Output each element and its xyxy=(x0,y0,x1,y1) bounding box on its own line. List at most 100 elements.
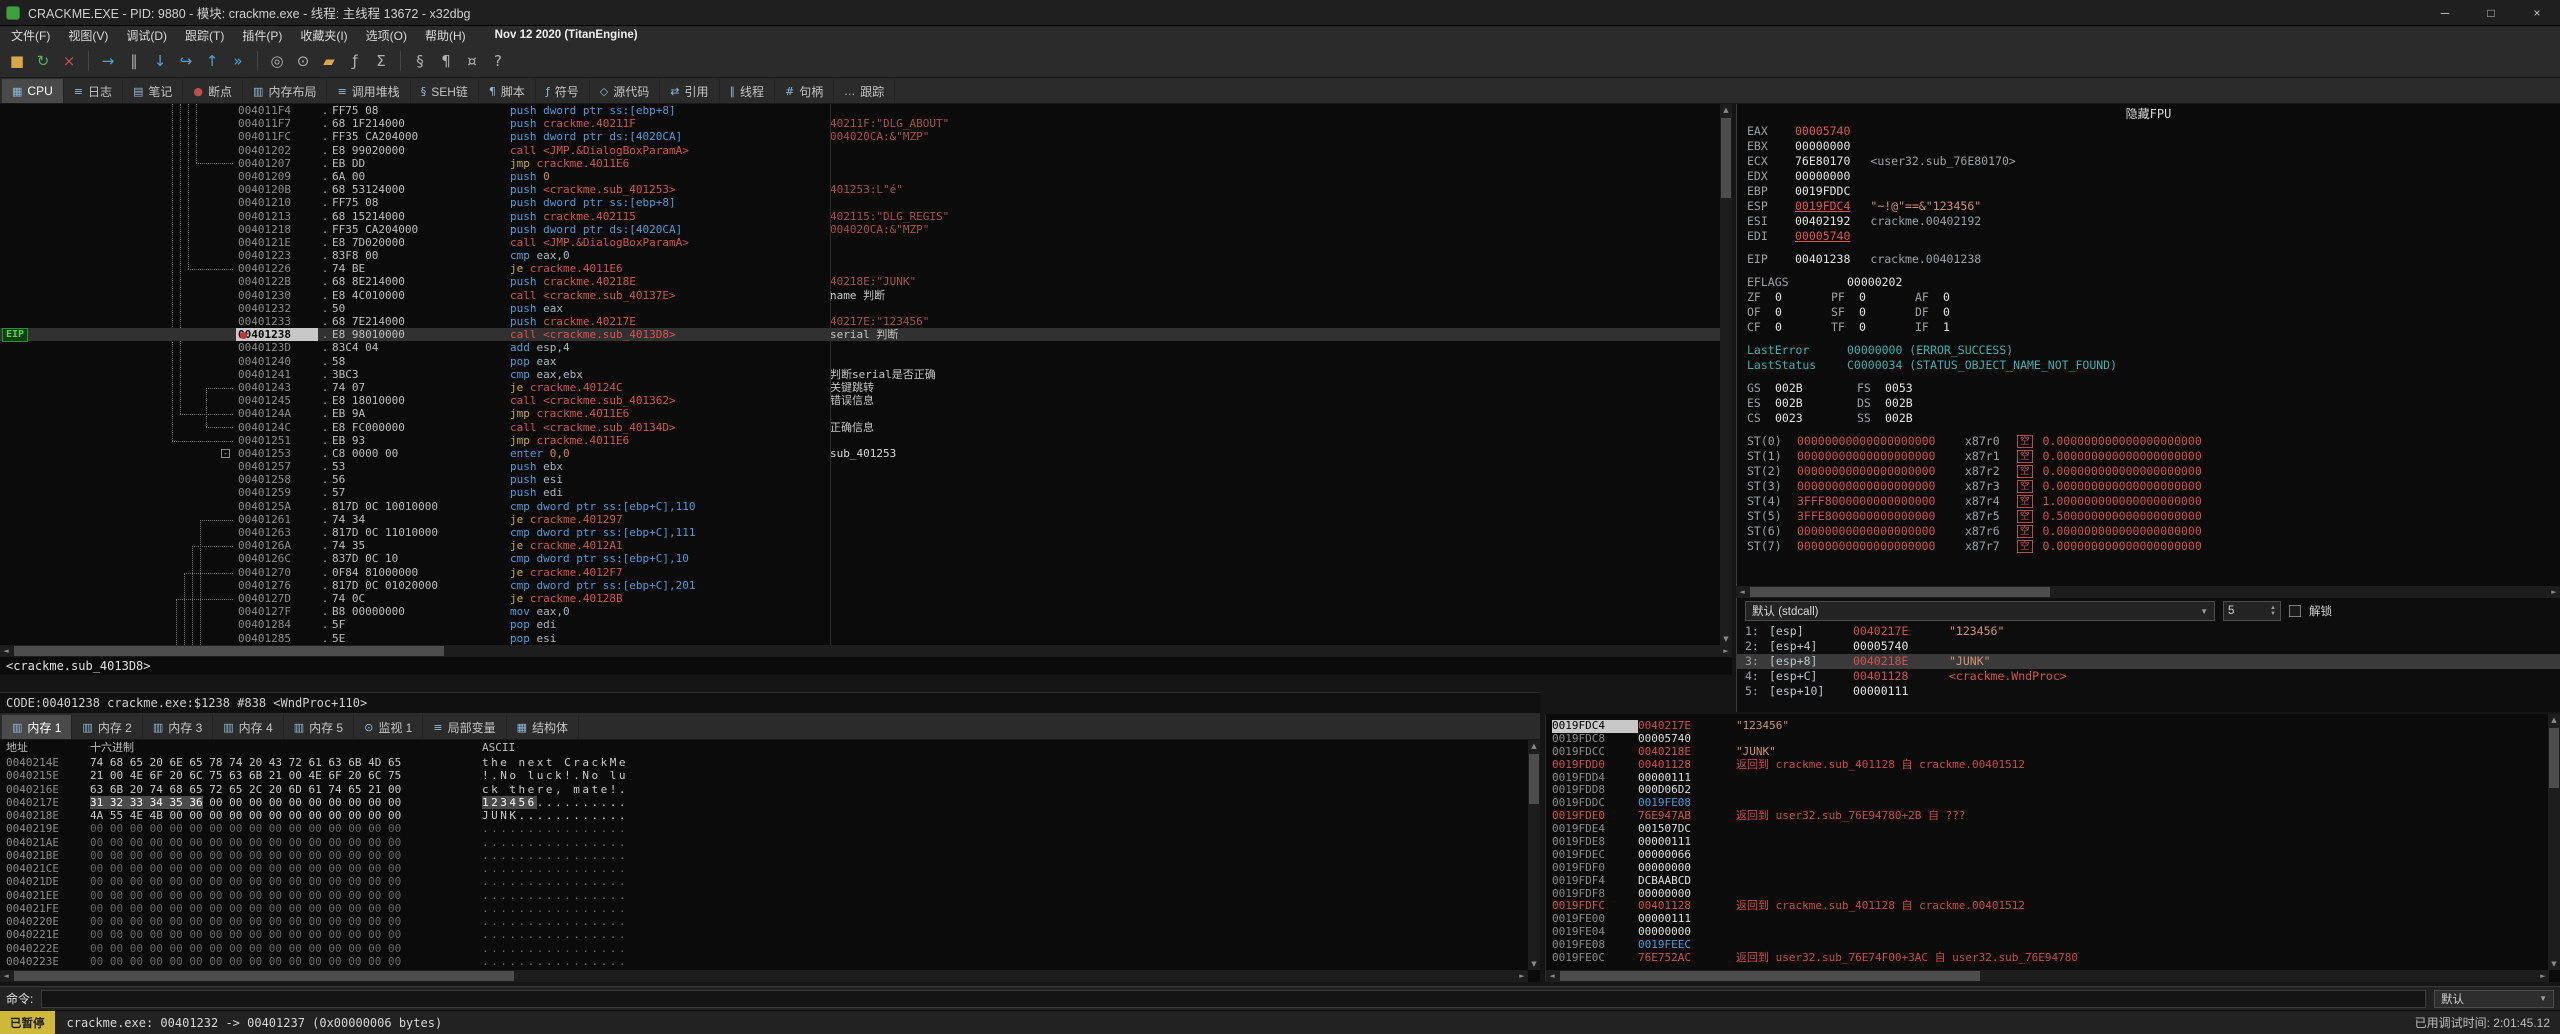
close-process-button[interactable]: × xyxy=(56,48,82,74)
bottom-tab-struct[interactable]: ▦ 结构体 xyxy=(507,715,579,739)
register-row[interactable]: ECX 76E80170 <user32.sub_76E80170> xyxy=(1737,154,2560,169)
execute-till-return-button[interactable]: ↑ xyxy=(199,48,225,74)
stack-row[interactable]: 0019FDD0 00401128 返回到 crackme.sub_401128 自… xyxy=(1546,758,2536,772)
register-row[interactable]: ST(7) 00000000000000000000 x87r7 空 0.0000000… xyxy=(1737,539,2560,554)
open-file-button[interactable]: ■ xyxy=(4,48,30,74)
stack-row[interactable]: 0019FDE8 00000111 xyxy=(1546,835,2536,849)
register-row[interactable]: LastStatus C0000034 (STATUS_OBJECT_NAME_N… xyxy=(1737,358,2560,373)
step-into-button[interactable]: ↓ xyxy=(147,48,173,74)
menu-item-1[interactable]: 视图(V) xyxy=(59,27,117,44)
memory-vertical-scrollbar[interactable]: ▲ ▼ xyxy=(1528,740,1540,970)
stepper-arrows-icon[interactable]: ▲ ▼ xyxy=(2270,605,2276,617)
disasm-row[interactable]: 00401285. 5E pop esi xyxy=(0,632,1720,645)
disasm-row[interactable]: 004011F7. 68 1F214000 push crackme.40211F 4… xyxy=(0,117,1720,130)
sum-button[interactable]: Σ xyxy=(368,48,394,74)
memory-row[interactable]: 004021AE 00 00 00 00 00 00 00 00 00 00 00… xyxy=(0,836,1540,849)
seh-chain-button[interactable]: § xyxy=(407,48,433,74)
memory-row[interactable]: 0040217E 31 32 33 34 35 36 00 00 00 00 00… xyxy=(0,795,1540,809)
memory-row[interactable]: 004021DE 00 00 00 00 00 00 00 00 00 00 00… xyxy=(0,875,1540,888)
menu-item-3[interactable]: 跟踪(T) xyxy=(176,27,233,44)
memory-row[interactable]: 0040219E 00 00 00 00 00 00 00 00 00 00 00… xyxy=(0,822,1540,835)
memory-row[interactable]: 0040220E 00 00 00 00 00 00 00 00 00 00 00… xyxy=(0,915,1540,928)
disasm-row[interactable]: 00401261. 74 34 je crackme.401297 xyxy=(0,513,1720,526)
disasm-row[interactable]: 00401243. 74 07 je crackme.40124C 关键跳转 xyxy=(0,381,1720,394)
disasm-row[interactable]: 0040124C. E8 FC000000 call <crackme.sub_40… xyxy=(0,421,1720,434)
disasm-row[interactable]: 0040122B. 68 8E214000 push crackme.40218E 4… xyxy=(0,275,1720,288)
argument-count-stepper[interactable]: 5 ▲ ▼ xyxy=(2223,601,2281,621)
patch-button[interactable]: ▰ xyxy=(316,48,342,74)
stack-row[interactable]: 0019FDF0 00000000 xyxy=(1546,861,2536,875)
stack-row[interactable]: 0019FE04 00000000 xyxy=(1546,925,2536,939)
register-row[interactable]: CS 0023 SS 002B xyxy=(1737,411,2560,426)
command-input[interactable] xyxy=(41,989,2426,1008)
breakpoint-dot[interactable] xyxy=(240,332,247,339)
minimize-button[interactable]: ─ xyxy=(2422,0,2468,25)
scroll-right-arrow[interactable]: ► xyxy=(1720,645,1732,657)
disassembly-horizontal-scrollbar[interactable]: ◄ ► xyxy=(0,645,1732,657)
register-row[interactable]: EBP 0019FDDC xyxy=(1737,184,2560,199)
register-row[interactable]: EDX 00000000 xyxy=(1737,169,2560,184)
disasm-row[interactable]: 00401241. 3BC3 cmp eax,ebx 判断serial是否正确 xyxy=(0,368,1720,381)
scrollbar-thumb[interactable] xyxy=(1560,971,1980,981)
stack-row[interactable]: 0019FDFC 00401128 返回到 crackme.sub_401128 自… xyxy=(1546,900,2536,913)
stack-row[interactable]: 0019FDEC 00000066 xyxy=(1546,848,2536,862)
scroll-right-arrow[interactable]: ► xyxy=(2548,586,2560,598)
stack-row[interactable]: 0019FDC8 00005740 xyxy=(1546,732,2536,746)
menu-item-0[interactable]: 文件(F) xyxy=(2,27,59,44)
tab-breakpoints[interactable]: ● 断点 xyxy=(183,79,244,103)
tab-trace[interactable]: … 跟踪 xyxy=(834,79,896,103)
calling-convention-select[interactable]: 默认 (stdcall) ▼ xyxy=(1745,601,2215,621)
disasm-row[interactable]: 00401213. 68 15214000 push crackme.402115 4… xyxy=(0,210,1720,223)
scroll-up-arrow[interactable]: ▲ xyxy=(1528,740,1540,752)
help-button[interactable]: ? xyxy=(485,48,511,74)
menu-item-6[interactable]: 选项(O) xyxy=(357,27,416,44)
disasm-row[interactable]: 00401270. 0F84 81000000 je crackme.4012F7 xyxy=(0,566,1720,579)
scroll-right-arrow[interactable]: ► xyxy=(1516,970,1528,982)
bottom-tab-dump3[interactable]: ▥ 内存 3 xyxy=(143,715,214,739)
disasm-row[interactable]: 00401202. E8 99020000 call <JMP.&DialogBox… xyxy=(0,144,1720,157)
memory-row[interactable]: 0040216E 63 6B 20 74 68 65 72 65 2C 20 6D… xyxy=(0,783,1540,796)
menu-item-5[interactable]: 收藏夹(I) xyxy=(291,27,356,44)
menu-item-7[interactable]: 帮助(H) xyxy=(416,27,475,44)
tab-handles[interactable]: # 句柄 xyxy=(775,79,835,103)
registers-title[interactable]: 隐藏FPU xyxy=(1737,104,2560,124)
function-collapse-box[interactable]: - xyxy=(221,449,230,458)
memory-row[interactable]: 0040222E 00 00 00 00 00 00 00 00 00 00 00… xyxy=(0,942,1540,955)
stack-row[interactable]: 0019FDF8 00000000 xyxy=(1546,887,2536,901)
tab-references[interactable]: ⇄ 引用 xyxy=(660,79,720,103)
disasm-row[interactable]: 00401257. 53 push ebx xyxy=(0,460,1720,473)
disasm-row[interactable]: 0040126A. 74 35 je crackme.4012A1 xyxy=(0,539,1720,552)
scroll-left-arrow[interactable]: ◄ xyxy=(0,970,12,982)
disasm-row[interactable]: 00401223. 83F8 00 cmp eax,0 xyxy=(0,249,1720,262)
register-row[interactable]: EFLAGS 00000202 xyxy=(1737,275,2560,290)
disasm-row[interactable]: 00401259. 57 push edi xyxy=(0,486,1720,499)
stack-row[interactable]: 0019FDF4 DCBAABCD xyxy=(1546,874,2536,888)
register-row[interactable]: ST(2) 00000000000000000000 x87r2 空 0.0000000… xyxy=(1737,464,2560,479)
settings-button[interactable]: ¤ xyxy=(459,48,485,74)
register-row[interactable]: ST(0) 00000000000000000000 x87r0 空 0.0000000… xyxy=(1737,434,2560,449)
register-row[interactable]: OF 0 SF 0 DF 0 xyxy=(1737,305,2560,320)
disasm-row[interactable]: 00401233. 68 7E214000 push crackme.40217E 4… xyxy=(0,315,1720,328)
scroll-up-arrow[interactable]: ▲ xyxy=(2548,714,2560,726)
disasm-row[interactable]: 00401210. FF75 08 push dword ptr ss:[ebp+8… xyxy=(0,196,1720,209)
memory-row[interactable]: 0040221E 00 00 00 00 00 00 00 00 00 00 00… xyxy=(0,928,1540,941)
disasm-row[interactable]: 00401218. FF35 CA204000 push dword ptr ds:… xyxy=(0,223,1720,236)
disasm-row[interactable]: 0040124A. EB 9A jmp crackme.4011E6 xyxy=(0,407,1720,420)
disasm-row[interactable]: 00401258. 56 push esi xyxy=(0,473,1720,486)
register-row[interactable]: ES 002B DS 002B xyxy=(1737,396,2560,411)
bottom-tab-dump1[interactable]: ▥ 内存 1 xyxy=(2,715,73,739)
disasm-row[interactable]: 0040127D. 74 0C je crackme.40128B xyxy=(0,592,1720,605)
register-row[interactable]: ST(1) 00000000000000000000 x87r1 空 0.0000000… xyxy=(1737,449,2560,464)
registers-horizontal-scrollbar[interactable]: ◄ ► xyxy=(1736,586,2560,598)
register-row[interactable]: EIP 00401238 crackme.00401238 xyxy=(1737,252,2560,267)
memory-horizontal-scrollbar[interactable]: ◄ ► xyxy=(0,970,1528,982)
bottom-tab-locals[interactable]: ≡ 局部变量 xyxy=(423,715,507,739)
argument-row[interactable]: 5: [esp+10] 00000111 xyxy=(1737,684,2560,699)
scroll-left-arrow[interactable]: ◄ xyxy=(1546,970,1558,982)
goto-button[interactable]: ◎ xyxy=(264,48,290,74)
disasm-row[interactable]: 00401253. C8 0000 00 enter 0,0 sub_401253 xyxy=(0,447,1720,460)
restart-button[interactable]: ↻ xyxy=(30,48,56,74)
bottom-tab-dump2[interactable]: ▥ 内存 2 xyxy=(72,715,143,739)
tab-script[interactable]: ¶ 脚本 xyxy=(479,79,536,103)
disasm-row[interactable]: 0040121E. E8 7D020000 call <JMP.&DialogBox… xyxy=(0,236,1720,249)
